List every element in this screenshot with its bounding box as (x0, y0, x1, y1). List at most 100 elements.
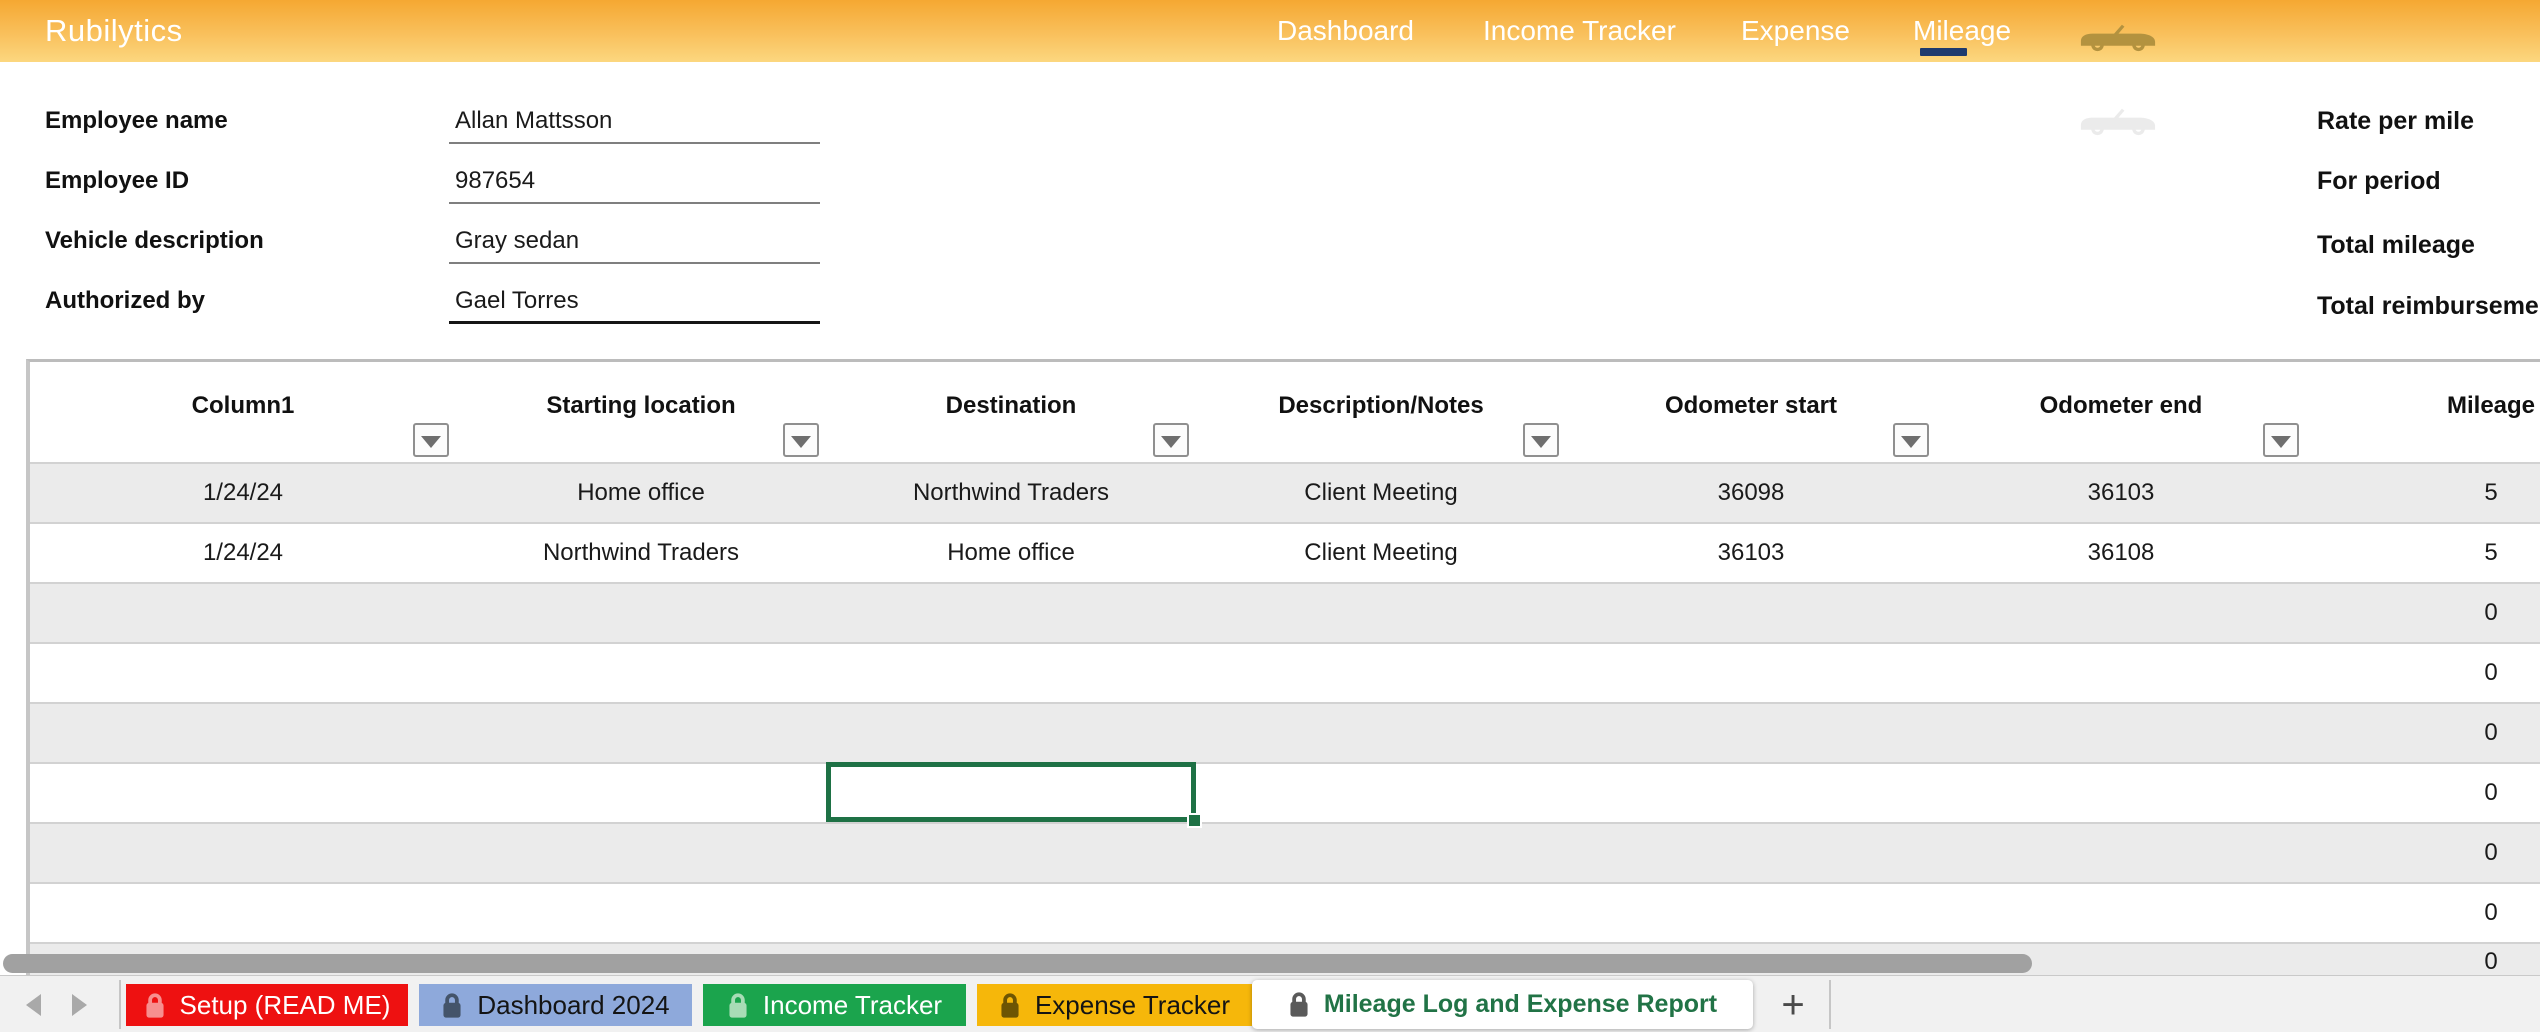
table-cell[interactable]: 36103 (1936, 464, 2306, 522)
table-cell[interactable] (1936, 644, 2306, 702)
chevron-down-icon (421, 436, 441, 448)
for-period-label: For period (2317, 167, 2441, 196)
table-cell[interactable] (826, 704, 1196, 762)
sheet-tab-setup[interactable]: Setup (READ ME) (126, 984, 408, 1026)
chevron-down-icon (1161, 436, 1181, 448)
selected-cell[interactable] (826, 762, 1196, 822)
table-cell[interactable] (826, 824, 1196, 882)
table-cell[interactable]: 0 (2306, 764, 2540, 822)
table-cell[interactable] (1566, 764, 1936, 822)
filter-dropdown-button[interactable] (2263, 423, 2299, 457)
authorized-by-field[interactable]: Gael Torres (455, 287, 579, 315)
table-cell[interactable] (1196, 704, 1566, 762)
sheet-tab-expense-tracker[interactable]: Expense Tracker (977, 984, 1252, 1026)
table-cell[interactable] (826, 644, 1196, 702)
table-cell[interactable]: 0 (2306, 704, 2540, 762)
chevron-right-icon[interactable] (72, 994, 87, 1016)
table-cell[interactable]: 0 (2306, 584, 2540, 642)
chevron-down-icon (791, 436, 811, 448)
table-cell[interactable] (1196, 884, 1566, 942)
table-cell[interactable]: 36108 (1936, 524, 2306, 582)
table-cell[interactable] (30, 824, 456, 882)
table-cell[interactable]: Home office (826, 524, 1196, 582)
sheet-tab-mileage-log-active[interactable]: Mileage Log and Expense Report (1252, 980, 1753, 1029)
table-cell[interactable] (1566, 584, 1936, 642)
table-cell[interactable] (30, 644, 456, 702)
table-cell[interactable]: Northwind Traders (826, 464, 1196, 522)
nav-item-dashboard[interactable]: Dashboard (1277, 0, 1414, 62)
field-underline (449, 202, 820, 204)
table-cell[interactable] (1936, 584, 2306, 642)
add-sheet-button[interactable]: + (1770, 984, 1816, 1026)
nav-item-income-tracker[interactable]: Income Tracker (1483, 0, 1676, 62)
table-cell[interactable] (30, 884, 456, 942)
table-cell[interactable] (1566, 884, 1936, 942)
nav-item-expense[interactable]: Expense (1741, 0, 1850, 62)
rate-per-mile-label: Rate per mile (2317, 107, 2474, 136)
column-header: Column1 (30, 362, 456, 462)
filter-dropdown-button[interactable] (1893, 423, 1929, 457)
sheet-tab-label: Dashboard 2024 (477, 990, 669, 1021)
table-cell[interactable] (1936, 884, 2306, 942)
chevron-left-icon[interactable] (26, 994, 41, 1016)
filter-dropdown-button[interactable] (1523, 423, 1559, 457)
table-cell[interactable]: Northwind Traders (456, 524, 826, 582)
column-header-label: Mileage (2447, 392, 2535, 419)
table-cell[interactable] (1196, 584, 1566, 642)
chevron-down-icon (1901, 436, 1921, 448)
car-icon (2077, 22, 2159, 57)
sheet-tab-dashboard-2024[interactable]: Dashboard 2024 (419, 984, 692, 1026)
lock-icon (999, 992, 1021, 1019)
vehicle-description-field[interactable]: Gray sedan (455, 227, 579, 255)
employee-id-field[interactable]: 987654 (455, 167, 535, 195)
table-cell[interactable] (30, 704, 456, 762)
table-cell[interactable] (30, 584, 456, 642)
table-row: 1/24/24 Home office Northwind Traders Cl… (30, 462, 2540, 522)
table-cell[interactable] (456, 584, 826, 642)
table-cell[interactable] (456, 644, 826, 702)
table-cell[interactable]: 1/24/24 (30, 464, 456, 522)
filter-dropdown-button[interactable] (413, 423, 449, 457)
table-cell[interactable] (456, 884, 826, 942)
employee-name-label: Employee name (45, 107, 228, 135)
table-cell[interactable] (1196, 764, 1566, 822)
table-cell[interactable] (1566, 704, 1936, 762)
total-mileage-label: Total mileage (2317, 231, 2475, 260)
table-cell[interactable] (1936, 764, 2306, 822)
table-cell[interactable]: 0 (2306, 884, 2540, 942)
filter-dropdown-button[interactable] (1153, 423, 1189, 457)
table-cell[interactable] (1566, 824, 1936, 882)
table-cell[interactable]: 36103 (1566, 524, 1936, 582)
filter-dropdown-button[interactable] (783, 423, 819, 457)
employee-name-field[interactable]: Allan Mattsson (455, 107, 612, 135)
table-row: 0 (30, 642, 2540, 702)
sheet-tab-label: Expense Tracker (1035, 990, 1230, 1021)
table-cell[interactable] (826, 584, 1196, 642)
table-cell[interactable] (1196, 824, 1566, 882)
table-cell[interactable] (1566, 644, 1936, 702)
table-cell[interactable]: 36098 (1566, 464, 1936, 522)
table-cell[interactable]: 0 (2306, 944, 2540, 975)
table-cell[interactable] (1936, 704, 2306, 762)
table-cell[interactable] (456, 824, 826, 882)
sheet-tab-income-tracker[interactable]: Income Tracker (703, 984, 966, 1026)
table-cell[interactable]: 1/24/24 (30, 524, 456, 582)
table-cell[interactable] (826, 884, 1196, 942)
table-cell[interactable]: Client Meeting (1196, 464, 1566, 522)
horizontal-scrollbar-thumb[interactable] (3, 954, 2032, 973)
table-cell[interactable] (30, 764, 456, 822)
sheet-tab-label: Mileage Log and Expense Report (1324, 990, 1717, 1019)
table-cell[interactable] (456, 764, 826, 822)
table-cell[interactable]: Client Meeting (1196, 524, 1566, 582)
table-row: 0 (30, 762, 2540, 822)
table-cell[interactable] (456, 704, 826, 762)
employee-id-label: Employee ID (45, 167, 189, 195)
table-cell[interactable]: 0 (2306, 824, 2540, 882)
table-cell[interactable]: 5 (2306, 464, 2540, 522)
table-cell[interactable]: 0 (2306, 644, 2540, 702)
table-cell[interactable]: 5 (2306, 524, 2540, 582)
table-cell[interactable]: Home office (456, 464, 826, 522)
table-cell[interactable] (1936, 824, 2306, 882)
table-cell[interactable] (1196, 644, 1566, 702)
selection-fill-handle[interactable] (1187, 813, 1202, 828)
